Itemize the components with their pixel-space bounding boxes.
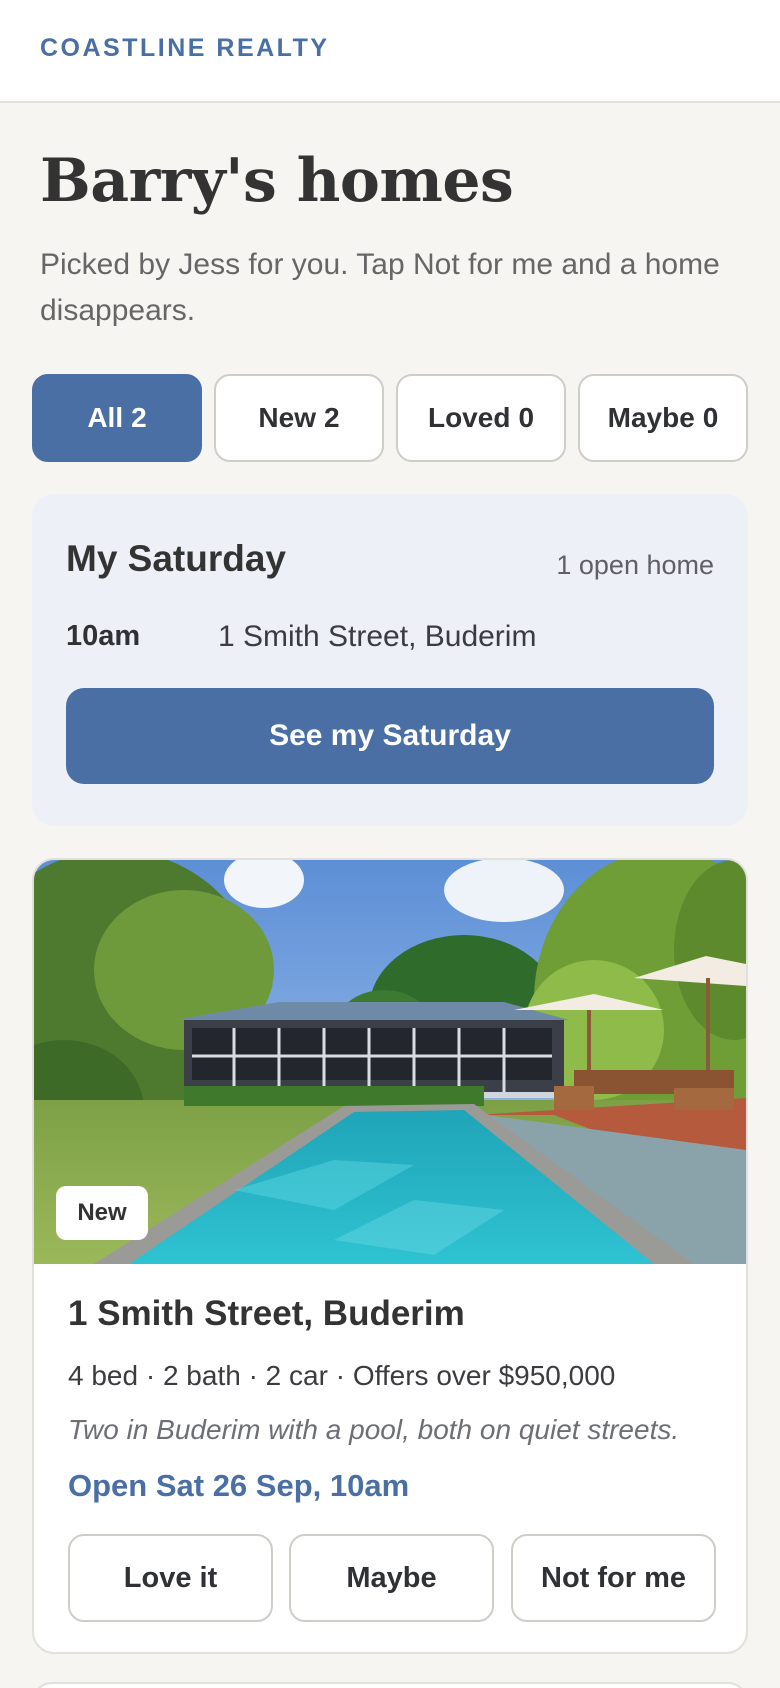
saturday-title: My Saturday (66, 538, 287, 579)
page-title: Barry's homes (40, 146, 514, 216)
filter-tab-label: New (258, 402, 316, 433)
property-photo[interactable]: New (34, 860, 746, 1264)
maybe-button[interactable]: Maybe (289, 1534, 494, 1622)
listing-card: New 1 Smith Street, Buderim 4 bed · 2 ba… (32, 858, 748, 1654)
brand-logo-text[interactable]: COASTLINE REALTY (40, 34, 330, 63)
open-home-count: 1 open home (556, 550, 714, 580)
top-bar: COASTLINE REALTY (0, 0, 780, 103)
filter-tab-count: 2 (324, 402, 340, 433)
agent-note: Two in Buderim with a pool, both on quie… (68, 1414, 680, 1445)
filter-tab-label: Loved (427, 402, 511, 433)
filter-tab-label: Maybe (607, 402, 695, 433)
listing-actions: Love it Maybe Not for me (68, 1534, 716, 1622)
my-saturday-panel: My Saturday 1 open home 10am 1 Smith Str… (32, 494, 748, 826)
open-home-time[interactable]: Open Sat 26 Sep, 10am (68, 1468, 409, 1504)
love-it-button[interactable]: Love it (68, 1534, 273, 1622)
inspection-address: 1 Smith Street, Buderim (218, 620, 537, 653)
filter-tab-loved[interactable]: Loved 0 (396, 374, 566, 462)
inspection-time: 10am (66, 620, 141, 652)
filter-tab-count: 0 (518, 402, 535, 433)
new-badge: New (56, 1186, 148, 1240)
next-listing-card (32, 1682, 748, 1688)
listing-title[interactable]: 1 Smith Street, Buderim (68, 1294, 465, 1334)
listing-specs: 4 bed · 2 bath · 2 car · Offers over $95… (68, 1360, 616, 1391)
filter-tab-count: 0 (702, 402, 719, 433)
not-for-me-button[interactable]: Not for me (511, 1534, 716, 1622)
filter-tab-new[interactable]: New 2 (214, 374, 384, 462)
page-subtitle: Picked by Jess for you. Tap Not for me a… (40, 248, 720, 327)
filter-tab-count: 2 (131, 402, 147, 433)
see-my-saturday-button[interactable]: See my Saturday (66, 688, 714, 784)
filter-tabs: All 2 New 2 Loved 0 Maybe 0 (32, 374, 748, 462)
filter-tab-all[interactable]: All 2 (32, 374, 202, 462)
filter-tab-label: All (87, 402, 124, 433)
filter-tab-maybe[interactable]: Maybe 0 (578, 374, 748, 462)
